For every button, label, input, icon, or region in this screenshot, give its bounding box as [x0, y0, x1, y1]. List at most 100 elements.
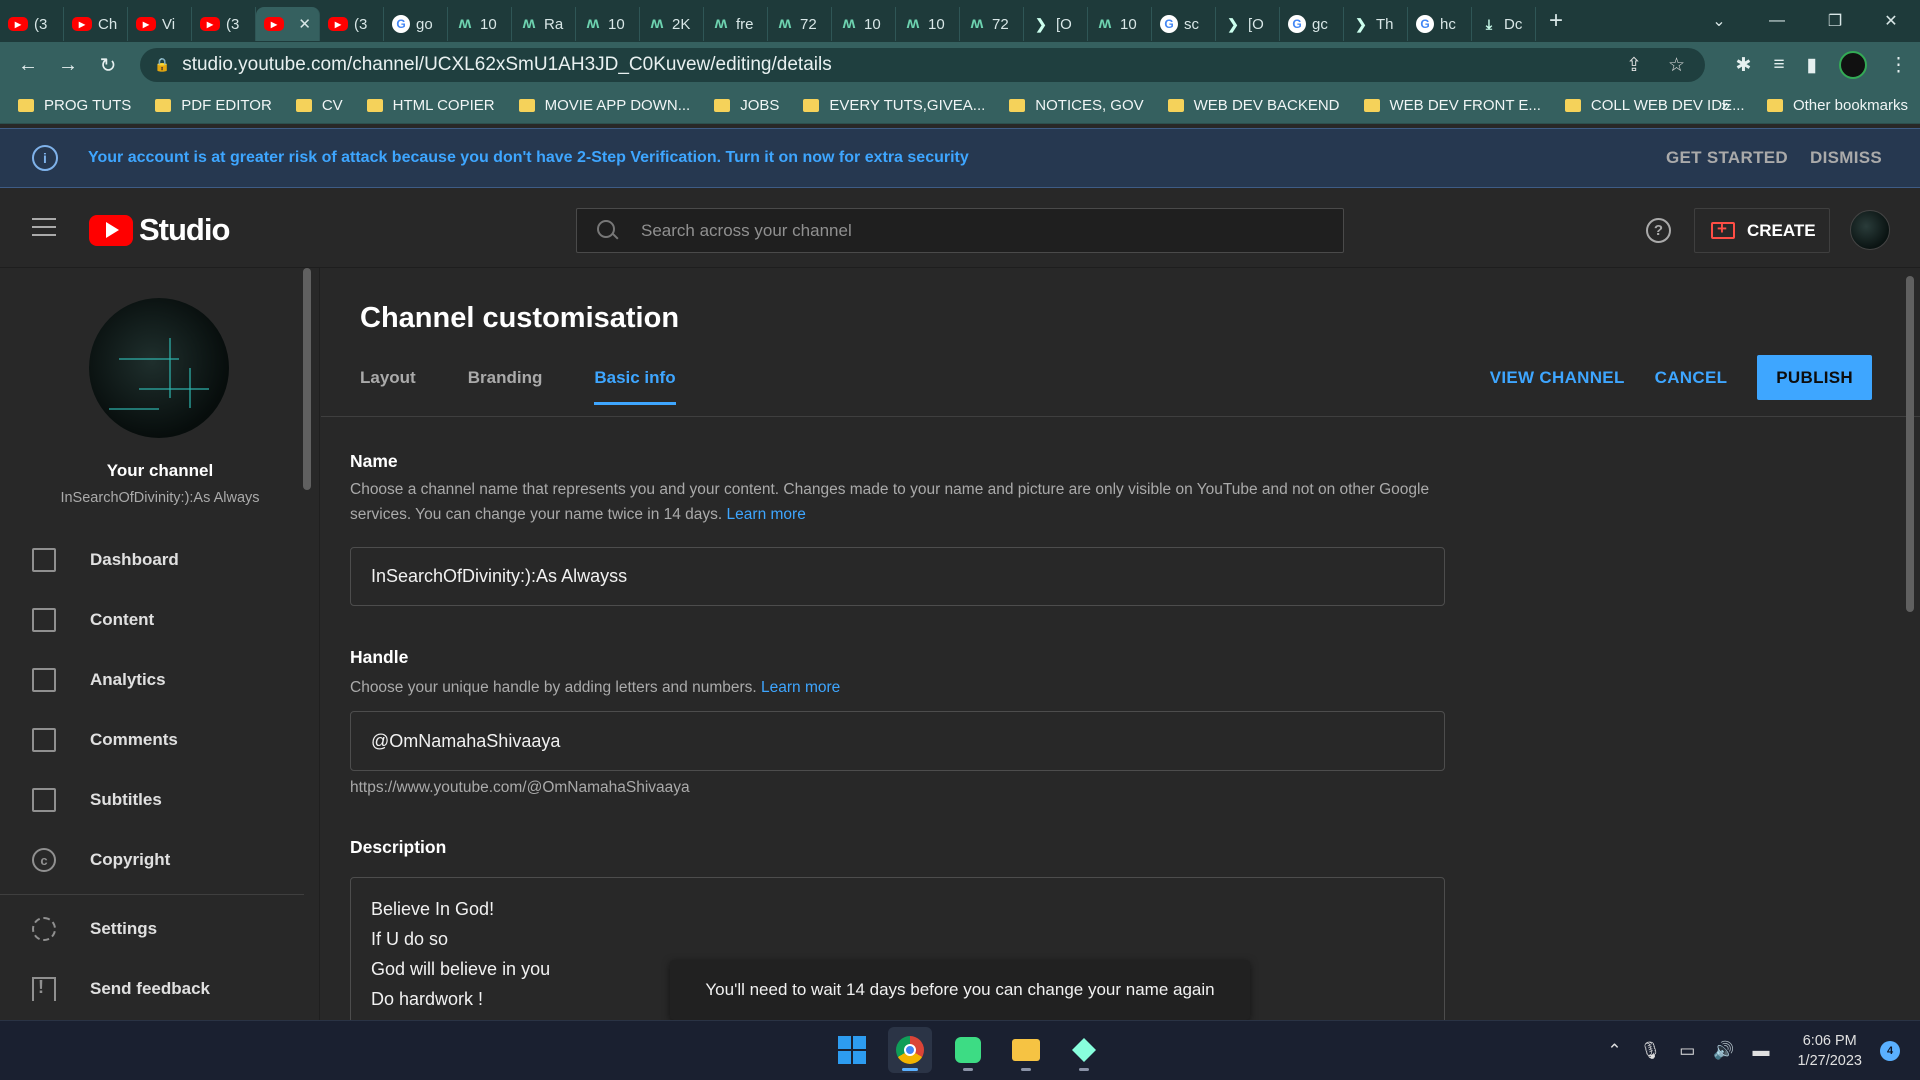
other-bookmarks[interactable]: Other bookmarks	[1766, 97, 1908, 114]
extensions-icon[interactable]: ✱	[1736, 54, 1752, 77]
browser-tab[interactable]: ʍ 10	[832, 7, 896, 41]
sidebar-item-subtitles[interactable]: Subtitles	[0, 770, 304, 830]
network-icon[interactable]: ▭	[1679, 1041, 1695, 1061]
bookmark-folder[interactable]: WEB DEV FRONT E...	[1363, 97, 1541, 114]
sidebar-item-send-feedback[interactable]: Send feedback	[0, 959, 304, 1019]
channel-avatar[interactable]	[89, 298, 229, 438]
bookmark-folder[interactable]: NOTICES, GOV	[1009, 97, 1144, 114]
sidebar-item-analytics[interactable]: Analytics	[0, 650, 304, 710]
browser-tab[interactable]: Gsc	[1152, 7, 1216, 41]
sidebar-item-comments[interactable]: Comments	[0, 710, 304, 770]
bookmark-folder[interactable]: EVERY TUTS,GIVEA...	[803, 97, 985, 114]
youtube-studio-logo[interactable]: Studio	[89, 212, 230, 248]
browser-tab[interactable]: ▶ (3	[320, 7, 384, 41]
bookmark-folder[interactable]: HTML COPIER	[366, 97, 495, 114]
tab-branding[interactable]: Branding	[468, 368, 543, 405]
browser-tab[interactable]: ʍ 72	[960, 7, 1024, 41]
volume-icon[interactable]: 🔊	[1713, 1041, 1734, 1061]
battery-icon[interactable]: ▬	[1752, 1041, 1769, 1061]
sidebar-scrollbar[interactable]	[303, 268, 311, 490]
profile-avatar[interactable]	[1839, 51, 1867, 79]
minimize-icon[interactable]: —	[1748, 0, 1806, 42]
search-input[interactable]	[641, 220, 1321, 241]
bookmark-folder[interactable]: PDF EDITOR	[155, 97, 272, 114]
windows-start-icon[interactable]	[830, 1027, 874, 1073]
tab-layout[interactable]: Layout	[360, 368, 416, 405]
handle-field[interactable]: @OmNamahaShivaaya	[350, 711, 1445, 771]
bookmark-folder[interactable]: WEB DEV BACKEND	[1167, 97, 1340, 114]
bookmark-folder[interactable]: CV	[295, 97, 343, 114]
browser-tab[interactable]: ❯ [O	[1024, 7, 1088, 41]
browser-tab[interactable]: ❯ Th	[1344, 7, 1408, 41]
browser-tab[interactable]: ʍ fre	[704, 7, 768, 41]
browser-tab[interactable]: ▶ ✕	[256, 7, 320, 41]
forward-icon[interactable]: →	[48, 54, 88, 77]
publish-button[interactable]: PUBLISH	[1757, 355, 1872, 400]
browser-tab[interactable]: ʍ 72	[768, 7, 832, 41]
browser-tab[interactable]: ʍ 2K	[640, 7, 704, 41]
browser-tab[interactable]: ʍ 10	[1088, 7, 1152, 41]
help-icon[interactable]: ?	[1646, 218, 1671, 243]
bookmark-folder[interactable]: PROG TUTS	[18, 97, 131, 114]
reload-icon[interactable]: ↻	[88, 53, 128, 78]
browser-tab[interactable]: ⤓ Dc	[1472, 7, 1536, 41]
android-studio-icon[interactable]	[946, 1027, 990, 1073]
main-scrollbar[interactable]	[1906, 276, 1914, 612]
menu-icon[interactable]	[32, 218, 56, 242]
get-started-button[interactable]: GET STARTED	[1666, 129, 1788, 187]
tab-basic-info[interactable]: Basic info	[594, 368, 676, 405]
maximize-icon[interactable]: ❐	[1806, 0, 1864, 42]
banner-message[interactable]: Your account is at greater risk of attac…	[88, 149, 969, 167]
back-icon[interactable]: ←	[8, 54, 48, 77]
sidebar-item-copyright[interactable]: c Copyright	[0, 830, 304, 890]
sidebar-item-settings[interactable]: Settings	[0, 899, 304, 959]
create-button[interactable]: CREATE	[1694, 208, 1830, 253]
browser-tab[interactable]: Ggo	[384, 7, 448, 41]
sidebar-item-content[interactable]: Content	[0, 590, 304, 650]
browser-tab[interactable]: ▶ (3	[192, 7, 256, 41]
close-window-icon[interactable]: ✕	[1862, 0, 1920, 42]
chevron-up-icon[interactable]: ⌃	[1607, 1041, 1621, 1061]
account-avatar[interactable]	[1850, 210, 1890, 250]
search-bar[interactable]	[576, 208, 1344, 253]
tab-search-icon[interactable]: ⌄	[1690, 0, 1748, 42]
name-learn-more-link[interactable]: Learn more	[727, 506, 806, 523]
share-icon[interactable]: ⇪	[1626, 54, 1642, 77]
tab-title: 10	[864, 15, 881, 33]
chrome-icon[interactable]	[888, 1027, 932, 1073]
file-explorer-icon[interactable]	[1004, 1027, 1048, 1073]
bookmark-folder[interactable]: MOVIE APP DOWN...	[518, 97, 690, 114]
browser-tab[interactable]: ▶ Ch	[64, 7, 128, 41]
bookmark-star-icon[interactable]: ☆	[1668, 54, 1685, 77]
tab-title: [O	[1056, 15, 1072, 33]
browser-tab[interactable]: ʍ 10	[576, 7, 640, 41]
notification-badge[interactable]: 4	[1880, 1041, 1900, 1061]
browser-tab[interactable]: ʍ 10	[896, 7, 960, 41]
address-bar[interactable]: 🔒 studio.youtube.com/channel/UCXL62xSmU1…	[140, 48, 1705, 82]
sidebar-item-dashboard[interactable]: Dashboard	[0, 530, 304, 590]
handle-learn-more-link[interactable]: Learn more	[761, 679, 840, 696]
view-channel-button[interactable]: VIEW CHANNEL	[1490, 368, 1625, 388]
name-field[interactable]: InSearchOfDivinity:):As Alwayss	[350, 547, 1445, 606]
browser-tab[interactable]: ❯ [O	[1216, 7, 1280, 41]
bookmarks-overflow-icon[interactable]: »	[1721, 97, 1730, 115]
dismiss-button[interactable]: DISMISS	[1810, 129, 1882, 187]
browser-tab[interactable]: Ggc	[1280, 7, 1344, 41]
side-panel-icon[interactable]: ▮	[1807, 54, 1817, 77]
browser-tab[interactable]: ▶ (3	[0, 7, 64, 41]
bookmark-folder[interactable]: JOBS	[714, 97, 779, 114]
more-menu-icon[interactable]: ⋮	[1889, 54, 1908, 77]
mooc-icon: ʍ	[842, 15, 856, 32]
browser-tab[interactable]: Ghc	[1408, 7, 1472, 41]
media-control-icon[interactable]: ≡	[1773, 54, 1784, 76]
microphone-icon[interactable]: 🎙	[1640, 1041, 1662, 1061]
bookmark-folder[interactable]: COLL WEB DEV IDE...	[1564, 97, 1745, 114]
app-icon[interactable]	[1062, 1027, 1106, 1073]
close-tab-icon[interactable]: ✕	[298, 15, 311, 33]
new-tab-icon[interactable]: +	[1536, 7, 1576, 35]
browser-tab[interactable]: ʍ 10	[448, 7, 512, 41]
browser-tab[interactable]: ʍ Ra	[512, 7, 576, 41]
cancel-button[interactable]: CANCEL	[1655, 368, 1728, 388]
clock[interactable]: 6:06 PM 1/27/2023	[1797, 1031, 1862, 1071]
browser-tab[interactable]: ▶ Vi	[128, 7, 192, 41]
